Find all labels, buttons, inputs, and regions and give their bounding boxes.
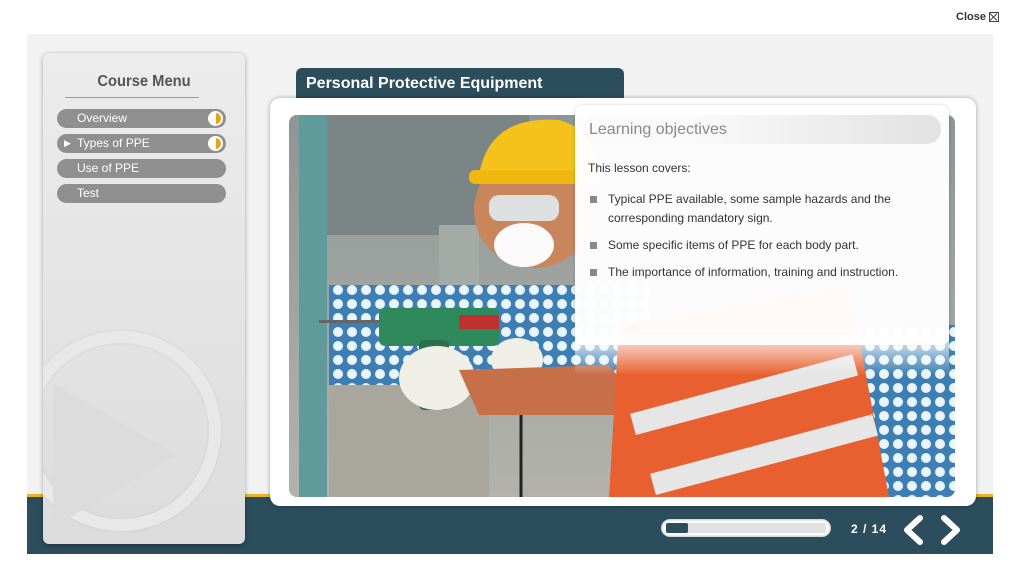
close-button[interactable]: Close	[956, 11, 999, 23]
play-watermark-icon	[53, 383, 177, 527]
objectives-heading: Learning objectives	[583, 115, 941, 144]
page-counter: 2 / 14	[851, 522, 888, 536]
course-menu-title: Course Menu	[97, 73, 191, 90]
current-item-arrow-icon: ▶	[64, 138, 71, 148]
chevron-left-icon	[904, 515, 923, 545]
page-title: Personal Protective Equipment	[296, 68, 624, 100]
bullet-icon	[590, 269, 597, 276]
menu-item-label: Overview	[77, 111, 128, 125]
content-card: Learning objectives This lesson covers: …	[270, 98, 976, 506]
objectives-list: Typical PPE available, some sample hazar…	[588, 190, 933, 290]
objective-text: Some specific items of PPE for each body…	[608, 238, 859, 252]
objective-text: Typical PPE available, some sample hazar…	[608, 192, 891, 225]
menu-divider	[65, 97, 199, 98]
course-player: Course Menu Overview ▶ Types of PPE Use …	[27, 34, 993, 554]
list-item: The importance of information, training …	[588, 263, 933, 282]
menu-item-label: Use of PPE	[77, 161, 140, 175]
next-page-button[interactable]	[938, 515, 964, 545]
menu-item-use-of-ppe[interactable]: Use of PPE	[57, 159, 226, 178]
previous-page-button[interactable]	[900, 515, 926, 545]
progress-track	[666, 523, 826, 533]
chevron-right-icon	[941, 515, 960, 545]
menu-item-label: Types of PPE	[77, 136, 150, 150]
bullet-icon	[590, 242, 597, 249]
progress-fill	[666, 523, 688, 533]
menu-item-overview[interactable]: Overview	[57, 109, 226, 128]
course-progress-bar[interactable]	[661, 519, 831, 537]
close-icon	[989, 12, 999, 22]
list-item: Typical PPE available, some sample hazar…	[588, 190, 933, 228]
half-complete-status-icon	[208, 111, 223, 126]
close-label: Close	[956, 11, 986, 23]
objectives-intro: This lesson covers:	[588, 161, 691, 175]
menu-item-types-of-ppe[interactable]: ▶ Types of PPE	[57, 134, 226, 153]
bullet-icon	[590, 196, 597, 203]
menu-item-label: Test	[77, 186, 100, 200]
objective-text: The importance of information, training …	[608, 265, 899, 279]
list-item: Some specific items of PPE for each body…	[588, 236, 933, 255]
course-menu-panel: Course Menu Overview ▶ Types of PPE Use …	[43, 53, 245, 544]
half-complete-status-icon	[208, 136, 223, 151]
menu-item-test[interactable]: Test	[57, 184, 226, 203]
learning-objectives-panel: Learning objectives This lesson covers: …	[575, 105, 949, 375]
